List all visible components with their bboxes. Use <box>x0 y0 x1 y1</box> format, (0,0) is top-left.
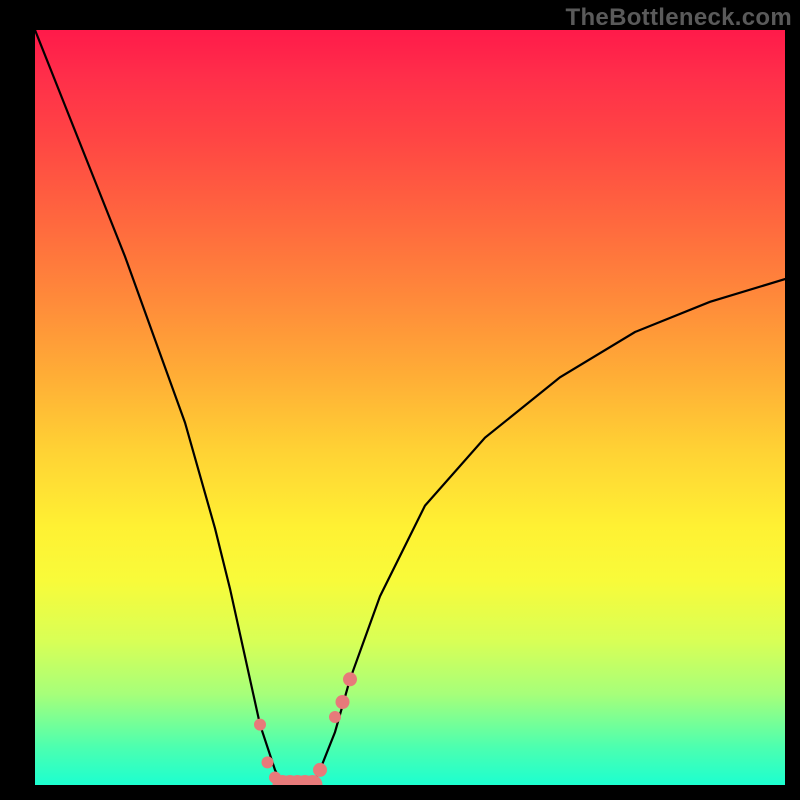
marker-point <box>329 711 341 723</box>
marker-point <box>254 719 266 731</box>
bottleneck-curve <box>35 30 785 785</box>
chart-frame: TheBottleneck.com <box>0 0 800 800</box>
highlight-markers <box>254 672 357 785</box>
marker-point <box>336 695 350 709</box>
marker-point <box>262 756 274 768</box>
marker-point <box>313 763 327 777</box>
chart-svg <box>35 30 785 785</box>
plot-area <box>35 30 785 785</box>
watermark-label: TheBottleneck.com <box>566 4 792 32</box>
marker-point <box>343 672 357 686</box>
